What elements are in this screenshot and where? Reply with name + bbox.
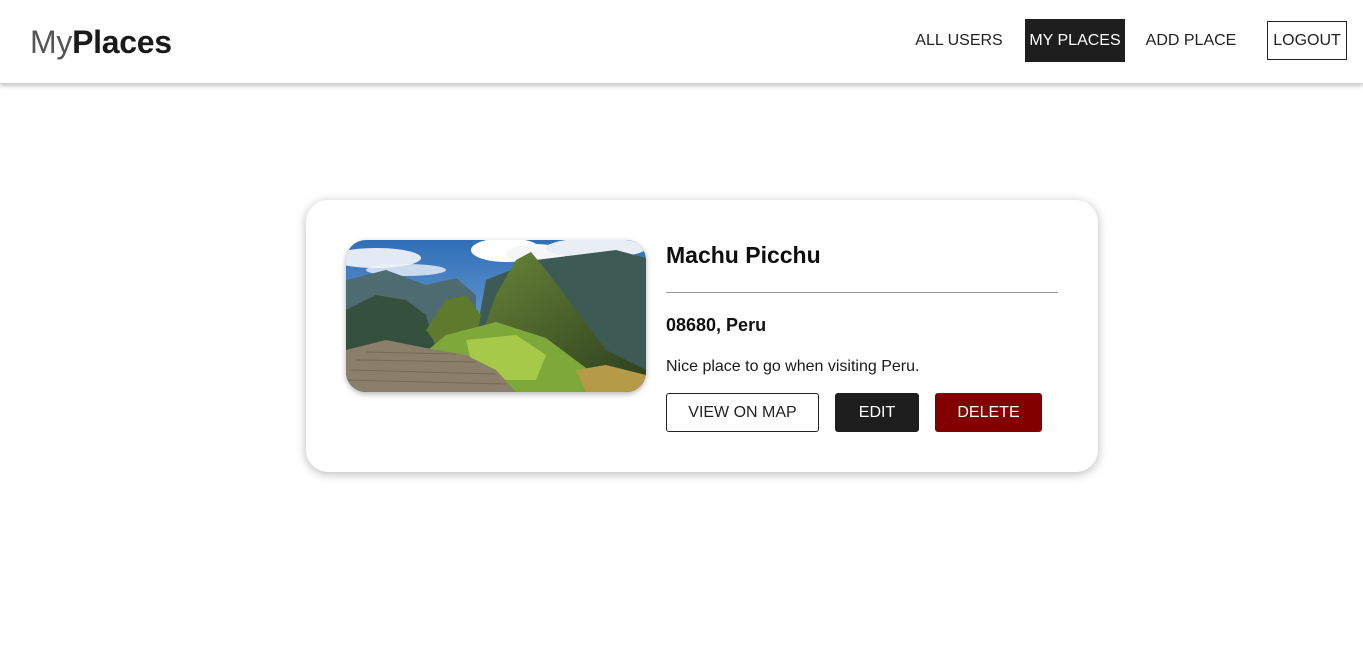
place-title: Machu Picchu: [666, 242, 821, 268]
place-card: Machu Picchu 08680, Peru Nice place to g…: [306, 200, 1098, 472]
machu-picchu-photo: [346, 240, 646, 392]
nav-my-places[interactable]: MY PLACES: [1025, 19, 1125, 62]
logout-button[interactable]: LOGOUT: [1267, 21, 1347, 60]
edit-button[interactable]: EDIT: [835, 393, 919, 432]
place-image: [346, 240, 646, 392]
place-description: Nice place to go when visiting Peru.: [666, 358, 920, 375]
nav-all-users[interactable]: ALL USERS: [912, 19, 1006, 62]
delete-button[interactable]: DELETE: [935, 393, 1042, 432]
main-header: MyPlaces ALL USERS MY PLACES ADD PLACE L…: [0, 0, 1363, 84]
title-divider: [666, 292, 1058, 293]
view-on-map-button[interactable]: VIEW ON MAP: [666, 393, 819, 432]
nav-add-place[interactable]: ADD PLACE: [1143, 19, 1239, 62]
main-navigation: ALL USERS MY PLACES ADD PLACE LOGOUT: [0, 19, 1363, 62]
place-address: 08680, Peru: [666, 315, 767, 335]
